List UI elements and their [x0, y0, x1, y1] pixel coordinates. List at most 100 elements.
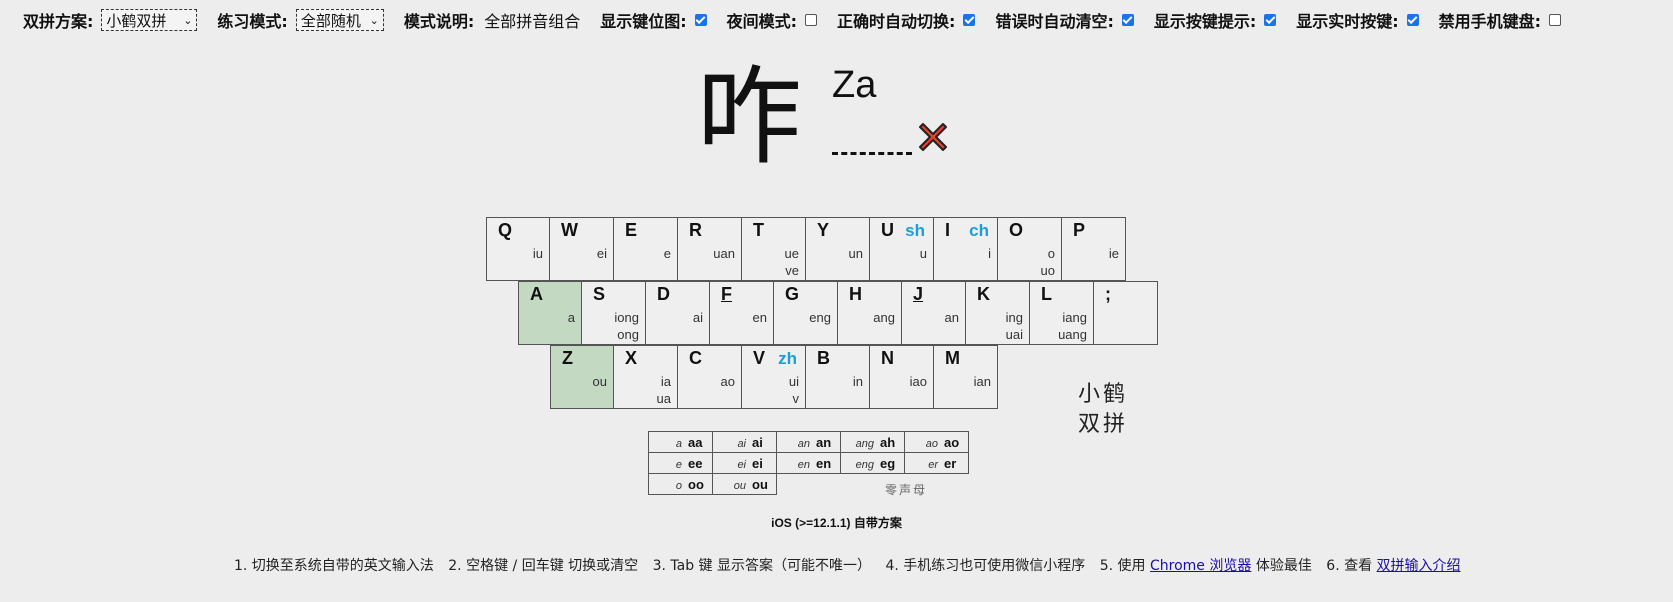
key-final-alt: ong [617, 327, 639, 342]
chrome-link[interactable]: Chrome 浏览器 [1150, 558, 1251, 574]
key-initial: zh [778, 349, 797, 368]
key-cap: W [561, 220, 578, 240]
final-spelling: ao [925, 437, 938, 450]
mode-desc-label: 模式说明: [403, 12, 475, 31]
zero-initial-row: a aa ai ai an an ang ah ao ao [648, 431, 969, 453]
key-combo: ah [880, 434, 896, 450]
input-slot[interactable] [832, 152, 912, 155]
final-spelling: en [797, 458, 810, 471]
auto-switch-checkbox[interactable] [963, 14, 976, 26]
opt-keymap: 显示键位图: [600, 8, 707, 32]
key-cap: U [881, 220, 894, 240]
zero-initial-cell: er er [904, 452, 969, 474]
final-spelling: a [675, 437, 682, 450]
no-mobile-kb-checkbox[interactable] [1549, 14, 1562, 26]
key-cap: N [881, 348, 894, 368]
mode-select[interactable]: 全部随机 ⌄ [295, 9, 384, 31]
key-cap: O [1009, 220, 1024, 240]
scheme-brand: 小鹤 双拼 [1078, 380, 1128, 440]
opt-keymap-label: 显示键位图: [600, 12, 687, 31]
tip-4: 4. 手机练习也可使用微信小程序 [885, 558, 1086, 574]
mode-desc-value: 全部拼音组合 [484, 12, 581, 31]
key-cap: R [689, 220, 702, 240]
key-final: ei [596, 246, 607, 261]
key-v: Vzh ui v [742, 345, 806, 409]
tip-1: 1. 切换至系统自带的英文输入法 [234, 558, 434, 574]
key-c: Cao [678, 345, 742, 409]
key-cap: E [625, 220, 638, 240]
key-cap: T [753, 220, 764, 240]
opt-auto-clear: 错误时自动清空: [995, 8, 1134, 32]
key-cap: F [721, 284, 732, 304]
opt-no-mobile-kb: 禁用手机键盘: [1439, 8, 1562, 32]
key-final: eng [809, 310, 831, 325]
scheme-select[interactable]: 小鹤双拼 ⌄ [101, 9, 198, 31]
zero-initial-cell: ou ou [712, 473, 777, 495]
final-spelling: ei [737, 458, 746, 471]
key-combo: ee [688, 455, 703, 471]
key-cap: G [785, 284, 800, 304]
key-final: ia [660, 374, 671, 389]
tip-5-prefix: 5. 使用 [1099, 558, 1146, 574]
opt-live-keys: 显示实时按键: [1296, 8, 1419, 32]
key-cap: V [753, 348, 766, 368]
scheme-caption: iOS (>=12.1.1) 自带方案 [771, 516, 902, 530]
opt-auto-clear-label: 错误时自动清空: [995, 12, 1114, 31]
key-u: Ush u [870, 217, 934, 281]
key-final: en [752, 310, 767, 325]
key-final: o [1047, 246, 1055, 261]
brand-line-1: 小鹤 [1078, 382, 1129, 407]
key-combo: er [944, 455, 957, 471]
auto-clear-checkbox[interactable] [1121, 14, 1134, 26]
final-spelling: an [797, 437, 810, 450]
keymap-checkbox[interactable] [694, 14, 707, 26]
key-final-alt: v [792, 391, 800, 406]
key-final: ai [692, 310, 703, 325]
key-initial: ch [969, 221, 989, 240]
key-m: Mian [934, 345, 998, 409]
mode-label: 练习模式: [217, 12, 288, 31]
key-combo: ai [752, 434, 763, 450]
key-q: Qiu [486, 217, 550, 281]
key-final-alt: ua [656, 391, 671, 406]
final-spelling: e [675, 458, 682, 471]
tip-5: 5. 使用 Chrome 浏览器 体验最佳 [1100, 558, 1317, 574]
keyboard-row-3: Zou Xia ua Cao Vzh ui v Bin Niao Mian [550, 345, 998, 409]
opt-night-label: 夜间模式: [726, 12, 798, 31]
key-g: Geng [774, 281, 838, 345]
key-final: uan [713, 246, 735, 261]
scheme-label: 双拼方案: [23, 12, 94, 31]
key-cap: C [689, 348, 702, 368]
key-hint-checkbox[interactable] [1264, 14, 1277, 26]
night-mode-checkbox[interactable] [805, 14, 818, 26]
key-cap: ; [1105, 284, 1111, 304]
mode-select-value: 全部随机 [300, 11, 361, 30]
opt-night: 夜间模式: [726, 8, 818, 32]
zero-initial-row: e ee ei ei en en eng eg er er [648, 452, 969, 474]
opt-key-hint-label: 显示按键提示: [1153, 12, 1257, 31]
chevron-down-icon: ⌄ [183, 13, 193, 27]
key-final: ui [788, 374, 799, 389]
key-cap: S [593, 284, 606, 304]
key-final-alt: uo [1040, 263, 1055, 278]
key-t: Tue ve [742, 217, 806, 281]
key-combo: en [816, 455, 832, 471]
chevron-down-icon: ⌄ [369, 13, 379, 27]
key-i: Ich i [934, 217, 998, 281]
live-keys-checkbox[interactable] [1406, 14, 1419, 26]
scheme-setting: 双拼方案: 小鹤双拼 ⌄ [23, 8, 198, 32]
key-a: Aa [518, 281, 582, 345]
settings-toolbar: 双拼方案: 小鹤双拼 ⌄ 练习模式: 全部随机 ⌄ 模式说明: 全部拼音组合 显… [23, 7, 1581, 33]
key-semicolon: ; [1094, 281, 1158, 345]
key-final: ian [973, 374, 991, 389]
shuangpin-intro-link[interactable]: 双拼输入介绍 [1377, 558, 1461, 574]
key-final: iong [614, 310, 639, 325]
final-spelling: ang [855, 437, 874, 450]
key-cap: K [977, 284, 990, 304]
key-j: Jan [902, 281, 966, 345]
final-spelling: ou [733, 479, 746, 492]
key-combo: oo [688, 476, 704, 492]
key-combo: eg [880, 455, 896, 471]
key-initial: sh [905, 221, 925, 240]
mode-setting: 练习模式: 全部随机 ⌄ [217, 8, 384, 32]
